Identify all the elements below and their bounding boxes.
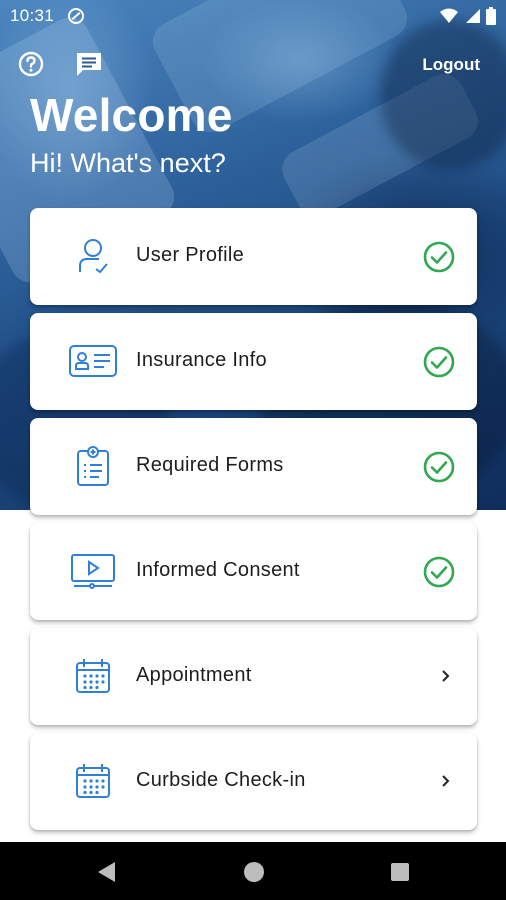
top-action-bar: Logout (0, 44, 506, 84)
user-profile-icon (68, 236, 118, 276)
back-button[interactable] (94, 859, 120, 885)
calendar-icon (68, 656, 118, 696)
menu-item-appointment[interactable]: Appointment (30, 628, 477, 725)
status-time: 10:31 (10, 6, 55, 25)
wifi-icon (440, 8, 458, 23)
back-icon (98, 862, 115, 882)
menu-item-label: Appointment (136, 664, 252, 686)
help-icon (18, 51, 44, 77)
check-circle-icon (423, 556, 455, 588)
status-icons (440, 7, 496, 25)
check-circle-icon (423, 241, 455, 273)
recents-button[interactable] (387, 859, 413, 885)
logout-button[interactable]: Logout (422, 55, 480, 75)
system-navigation-bar (0, 842, 506, 900)
home-button[interactable] (241, 859, 267, 885)
id-card-icon (68, 341, 118, 381)
menu-item-user-profile[interactable]: User Profile (30, 208, 477, 305)
battery-icon (486, 7, 496, 25)
check-circle-icon (423, 346, 455, 378)
home-icon (244, 862, 264, 882)
menu-item-label: Curbside Check-in (136, 769, 306, 791)
help-button[interactable] (16, 49, 46, 79)
menu-item-label: Informed Consent (136, 559, 300, 581)
menu-item-insurance-info[interactable]: Insurance Info (30, 313, 477, 410)
menu-item-label: Required Forms (136, 454, 284, 476)
signal-icon (466, 9, 480, 23)
menu-item-informed-consent[interactable]: Informed Consent (30, 523, 477, 620)
status-bar: 10:31 (0, 0, 506, 32)
chat-icon (77, 53, 101, 76)
video-monitor-icon (68, 551, 118, 591)
menu-item-curbside-check-in[interactable]: Curbside Check-in (30, 733, 477, 830)
check-circle-icon (423, 451, 455, 483)
menu-item-required-forms[interactable]: Required Forms (30, 418, 477, 515)
chat-button[interactable] (74, 49, 104, 79)
clipboard-icon (68, 446, 118, 486)
do-not-disturb-icon (68, 8, 85, 24)
page-title: Welcome (30, 89, 233, 141)
page-subtitle: Hi! What's next? (30, 148, 226, 178)
recents-icon (391, 863, 409, 881)
menu-item-label: Insurance Info (136, 349, 267, 371)
chevron-right-icon (441, 771, 451, 794)
calendar-icon (68, 761, 118, 801)
chevron-right-icon (441, 666, 451, 689)
menu-item-label: User Profile (136, 244, 245, 266)
